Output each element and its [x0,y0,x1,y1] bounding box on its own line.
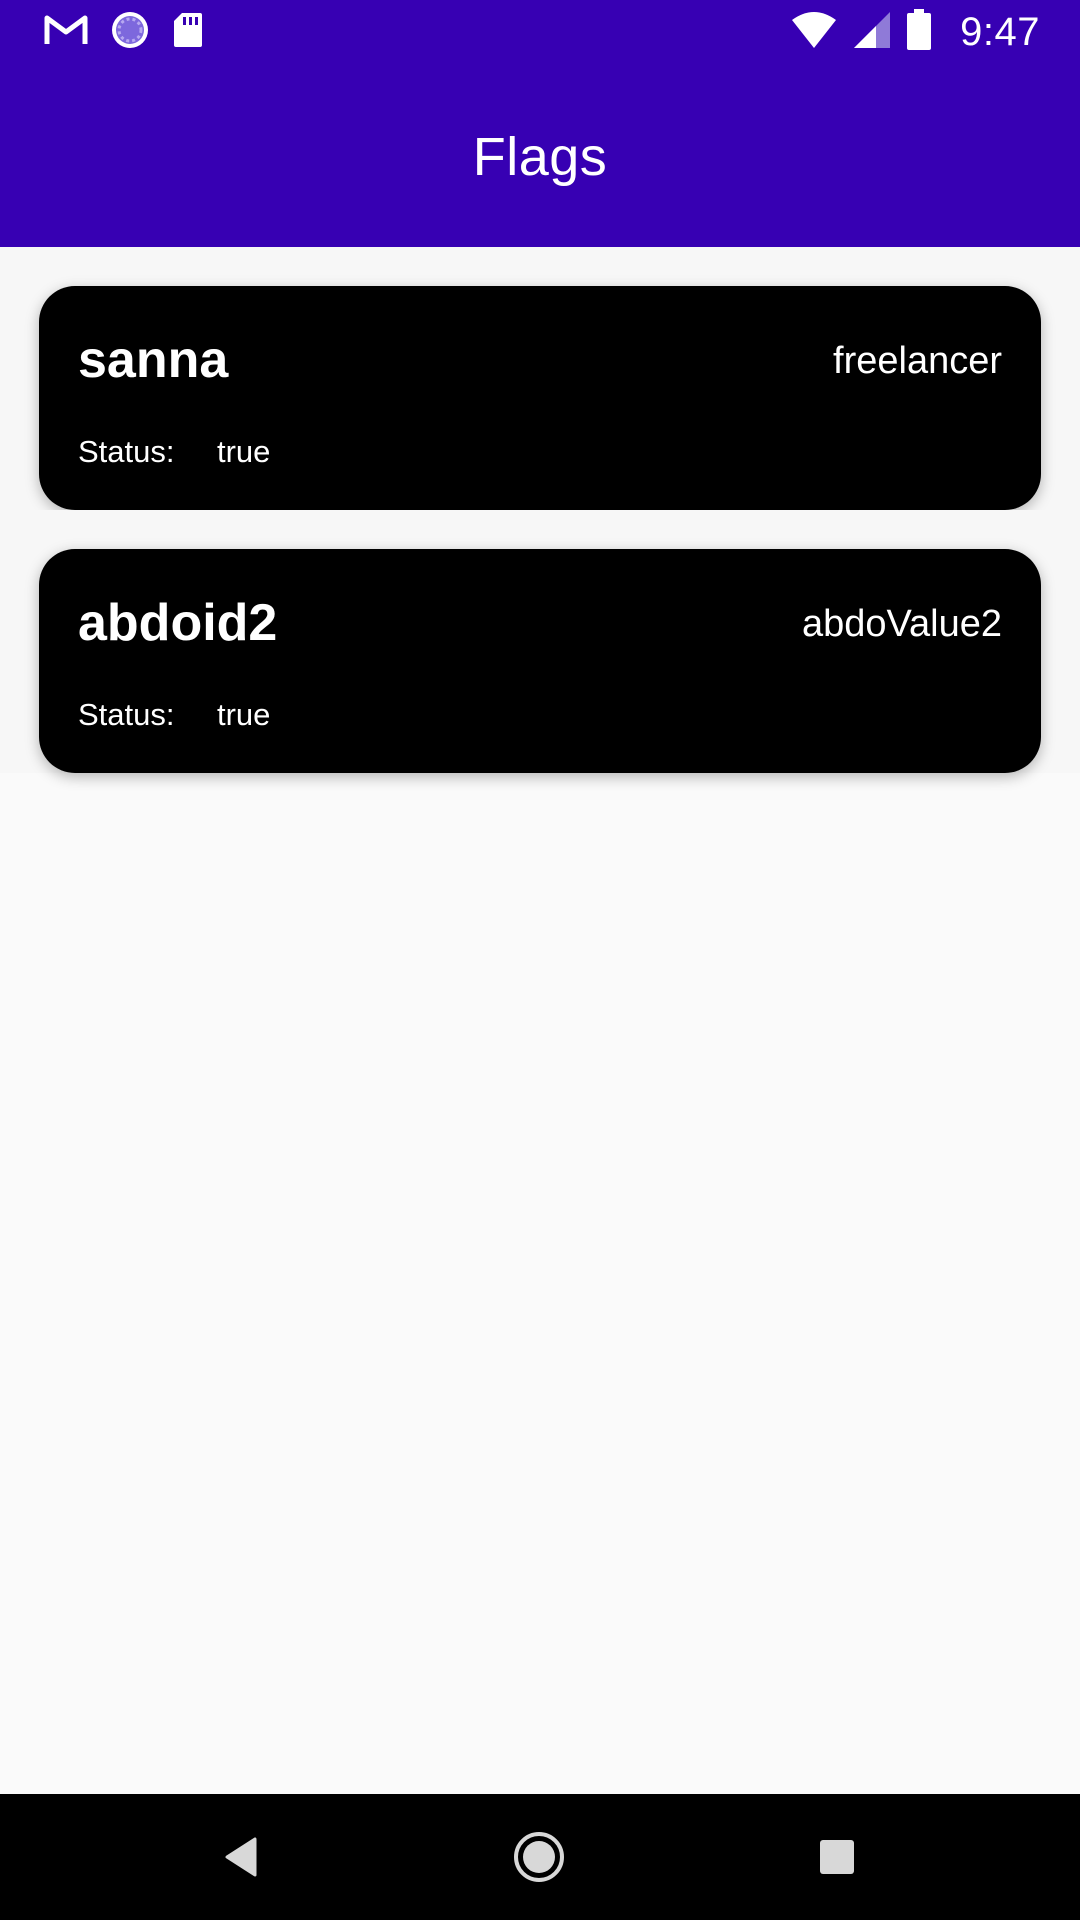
flag-name: abdoid2 [78,594,278,652]
flag-list: sanna freelancer Status: true abdoid2 ab… [0,247,1080,773]
status-label: Status: [78,434,175,469]
sd-card-icon [172,11,204,54]
page-title: Flags [472,127,608,187]
navigation-bar [0,1794,1080,1920]
battery-icon [906,8,932,56]
home-button[interactable] [504,1822,574,1892]
status-system: 9:47 [790,8,1040,56]
list-item: sanna freelancer Status: true [0,247,1080,510]
back-button[interactable] [206,1822,276,1892]
status-value: true [217,434,271,469]
flag-card[interactable]: abdoid2 abdoValue2 Status: true [39,549,1041,773]
list-item: abdoid2 abdoValue2 Status: true [0,510,1080,773]
status-bar: 9:47 [0,0,1080,63]
status-label: Status: [78,697,175,732]
sync-icon [110,10,150,55]
home-icon [514,1832,564,1882]
app-bar: Flags [0,63,1080,247]
flag-value: abdoValue2 [801,603,1002,645]
status-notifications [44,10,204,54]
status-value: true [217,697,271,732]
flag-card[interactable]: sanna freelancer Status: true [39,286,1041,510]
gmail-icon [44,14,88,51]
recents-icon [820,1840,854,1874]
recents-button[interactable] [802,1822,872,1892]
status-time: 9:47 [960,9,1040,54]
back-icon [225,1837,257,1877]
flag-value: freelancer [833,340,1002,382]
flag-name: sanna [78,331,229,389]
wifi-icon [790,10,838,55]
signal-icon [852,10,892,55]
